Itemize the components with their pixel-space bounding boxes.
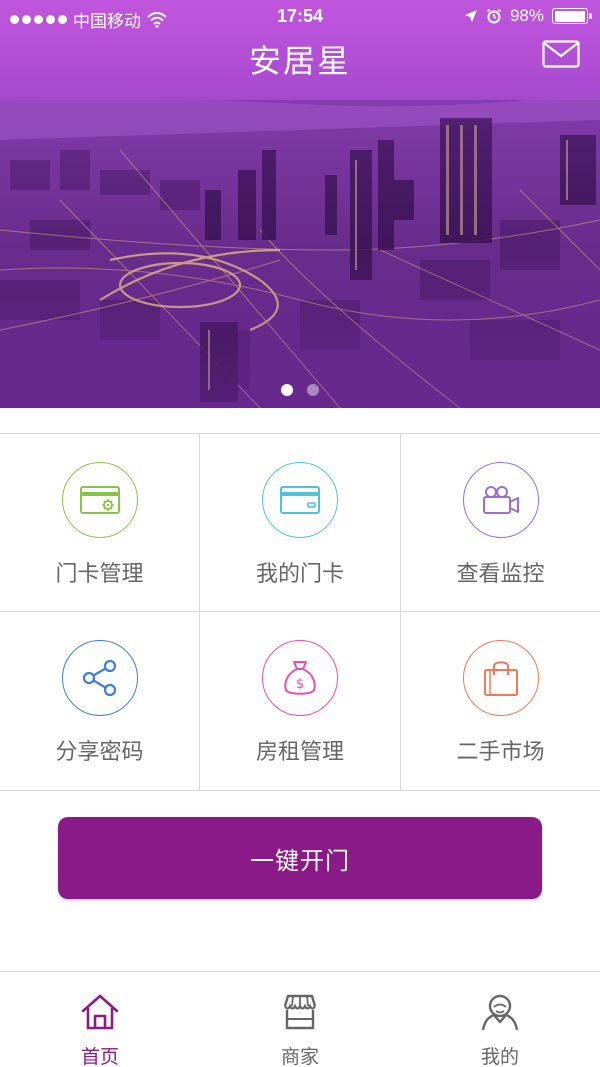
money-bag-icon: $ <box>284 661 316 695</box>
user-icon <box>481 994 519 1031</box>
grid-item-rent-management[interactable]: $ 房租管理 <box>200 612 401 790</box>
alarm-icon <box>486 8 502 24</box>
grid-item-label: 门卡管理 <box>55 562 144 587</box>
grid-item-card-management[interactable]: 门卡管理 <box>0 434 200 612</box>
grid-item-second-hand-market[interactable]: 二手市场 <box>401 612 600 790</box>
second-hand-market-icon-circle <box>462 640 539 716</box>
grid-item-my-card[interactable]: 我的门卡 <box>200 434 401 612</box>
home-icon <box>81 994 119 1030</box>
tab-label: 我的 <box>480 1046 519 1067</box>
card-icon <box>280 486 320 514</box>
status-bar: 中国移动 17:54 98% <box>0 0 600 34</box>
tab-mine[interactable]: 我的 <box>400 972 600 1067</box>
grid-item-label: 我的门卡 <box>255 562 344 587</box>
bottom-tab-bar: 首页 商家 我的 <box>0 971 600 1067</box>
grid-item-share-password[interactable]: 分享密码 <box>0 612 200 790</box>
status-right: 98% <box>464 6 592 26</box>
grid-item-label: 分享密码 <box>55 740 144 765</box>
tab-home[interactable]: 首页 <box>0 972 200 1067</box>
app-title: 安居星 <box>248 42 351 80</box>
grid-item-label: 查看监控 <box>456 562 545 587</box>
pager-dot[interactable] <box>281 384 293 396</box>
svg-text:$: $ <box>296 677 304 692</box>
card-management-icon-circle <box>61 462 138 538</box>
mail-icon[interactable] <box>542 40 580 68</box>
my-card-icon-circle <box>262 462 338 538</box>
store-icon <box>283 994 317 1030</box>
battery-icon <box>552 8 592 24</box>
rent-management-icon-circle: $ <box>262 640 338 716</box>
card-gear-icon <box>79 486 120 514</box>
battery-percent: 98% <box>509 6 544 25</box>
hero-banner[interactable]: 中国移动 17:54 98% 安居星 <box>0 0 600 408</box>
grid-item-label: 二手市场 <box>456 740 545 765</box>
one-key-open-door-button[interactable]: 一键开门 <box>58 817 542 899</box>
location-arrow-icon <box>464 10 477 22</box>
feature-grid: 门卡管理 我的门卡 查看监控 分享密码 $ 房租管理 二手市场 <box>0 433 600 791</box>
tab-label: 首页 <box>80 1046 119 1067</box>
tab-merchants[interactable]: 商家 <box>200 972 400 1067</box>
grid-item-label: 房租管理 <box>255 740 344 765</box>
monitoring-icon-circle <box>462 462 539 538</box>
share-password-icon-circle <box>61 640 138 716</box>
shopping-bag-icon <box>483 661 518 696</box>
grid-item-monitoring[interactable]: 查看监控 <box>401 434 600 612</box>
pager-dot[interactable] <box>307 384 319 396</box>
tab-label: 商家 <box>280 1046 319 1067</box>
video-camera-icon <box>482 486 519 514</box>
share-icon <box>82 659 116 697</box>
banner-pager[interactable] <box>0 384 600 396</box>
